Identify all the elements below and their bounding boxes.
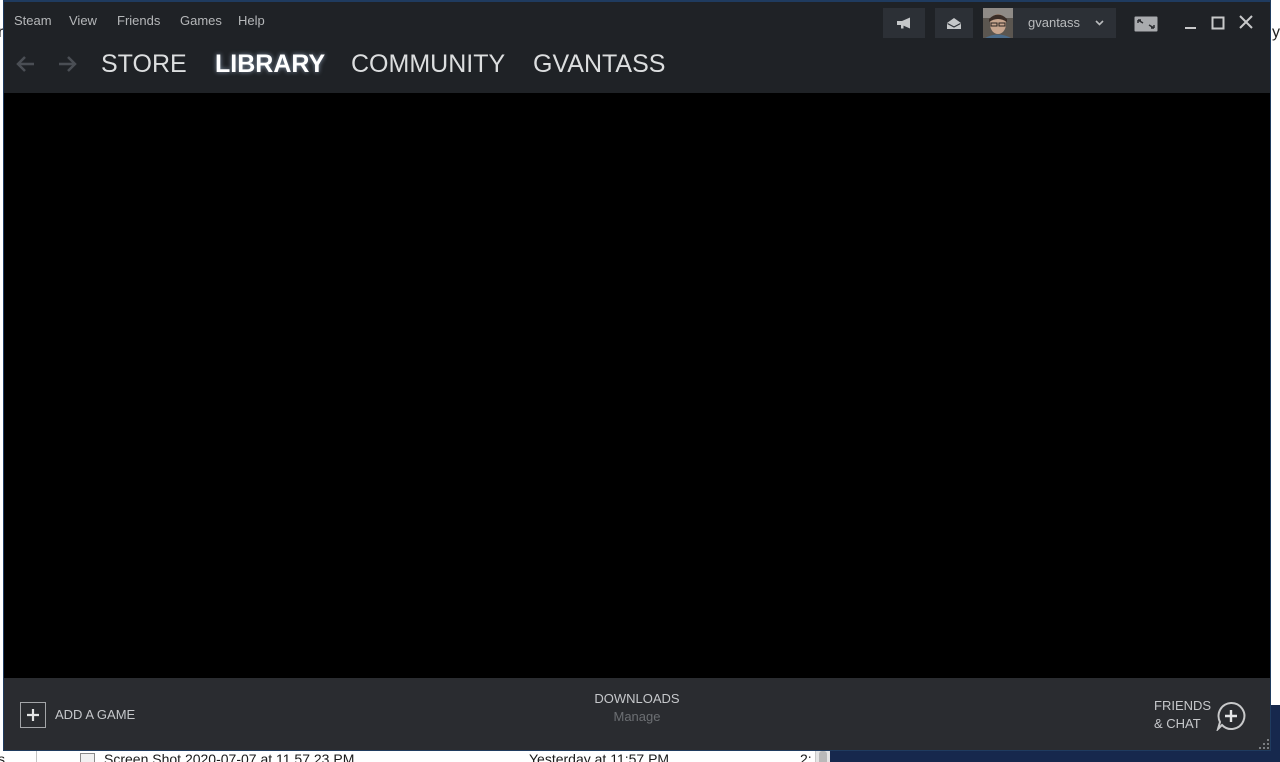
- menu-steam[interactable]: Steam: [14, 13, 52, 29]
- menu-help[interactable]: Help: [238, 13, 265, 29]
- back-button[interactable]: [15, 54, 37, 74]
- tab-store[interactable]: STORE: [101, 49, 187, 79]
- tab-community[interactable]: COMMUNITY: [351, 49, 505, 79]
- add-friend-chat-icon: [1216, 701, 1246, 731]
- big-picture-icon: [1134, 16, 1158, 32]
- downloads-button[interactable]: DOWNLOADS Manage: [537, 690, 737, 726]
- scrollbar[interactable]: [815, 751, 830, 762]
- close-icon: [1239, 15, 1253, 29]
- downloads-manage-label: Manage: [613, 709, 661, 724]
- resize-grip-icon[interactable]: [1258, 738, 1270, 750]
- scrollbar-thumb[interactable]: [819, 751, 827, 762]
- desktop-background: [830, 751, 1271, 762]
- friends-label: FRIENDS: [1154, 698, 1212, 713]
- account-menu-button[interactable]: gvantass: [983, 8, 1116, 38]
- document-icon: [80, 753, 95, 762]
- minimize-button[interactable]: [1181, 12, 1201, 32]
- friends-chat-button[interactable]: FRIENDS & CHAT: [1154, 697, 1250, 733]
- arrow-right-icon: [59, 56, 77, 72]
- background-file-list: s Screen Shot 2020-07-07 at 11.57.23 PM …: [0, 751, 830, 762]
- maximize-button[interactable]: [1208, 13, 1228, 33]
- bottom-bar: ADD A GAME DOWNLOADS Manage FRIENDS & CH…: [4, 678, 1270, 750]
- menu-games[interactable]: Games: [180, 13, 222, 29]
- desktop-background: [1271, 705, 1280, 762]
- add-game-label: ADD A GAME: [55, 707, 136, 722]
- title-bar: Steam View Friends Games Help gvantass S…: [4, 2, 1270, 93]
- downloads-title: DOWNLOADS: [594, 691, 680, 706]
- big-picture-button[interactable]: [1132, 14, 1160, 34]
- arrow-left-icon: [16, 56, 34, 72]
- file-row[interactable]: Screen Shot 2020-07-07 at 11.57.23 PM Ye…: [0, 751, 815, 762]
- tab-profile[interactable]: GVANTASS: [533, 49, 665, 79]
- close-button[interactable]: [1236, 12, 1256, 32]
- background-window-right-edge: yr: [1271, 0, 1280, 705]
- file-name: Screen Shot 2020-07-07 at 11.57.23 PM: [104, 751, 355, 762]
- forward-button[interactable]: [56, 54, 78, 74]
- file-date: Yesterday at 11:57 PM: [529, 751, 670, 762]
- chat-label: & CHAT: [1154, 716, 1201, 731]
- library-content-area: [4, 93, 1270, 678]
- megaphone-icon: [897, 17, 910, 29]
- account-username: gvantass: [1028, 15, 1081, 30]
- add-game-button[interactable]: ADD A GAME: [20, 702, 144, 728]
- plus-icon: [20, 702, 46, 728]
- chevron-down-icon: [1095, 20, 1104, 26]
- menu-view[interactable]: View: [69, 13, 97, 29]
- tab-library[interactable]: LIBRARY: [215, 49, 325, 79]
- minimize-icon: [1185, 27, 1196, 29]
- announcements-button[interactable]: [883, 8, 925, 38]
- menu-friends[interactable]: Friends: [117, 13, 160, 29]
- background-edge-text: yr: [1272, 24, 1280, 41]
- steam-window: Steam View Friends Games Help gvantass S…: [4, 2, 1270, 750]
- maximize-icon: [1211, 16, 1225, 30]
- notifications-button[interactable]: [935, 8, 973, 38]
- file-size: 2:: [800, 751, 812, 762]
- avatar: [983, 8, 1013, 38]
- envelope-icon: [947, 17, 961, 29]
